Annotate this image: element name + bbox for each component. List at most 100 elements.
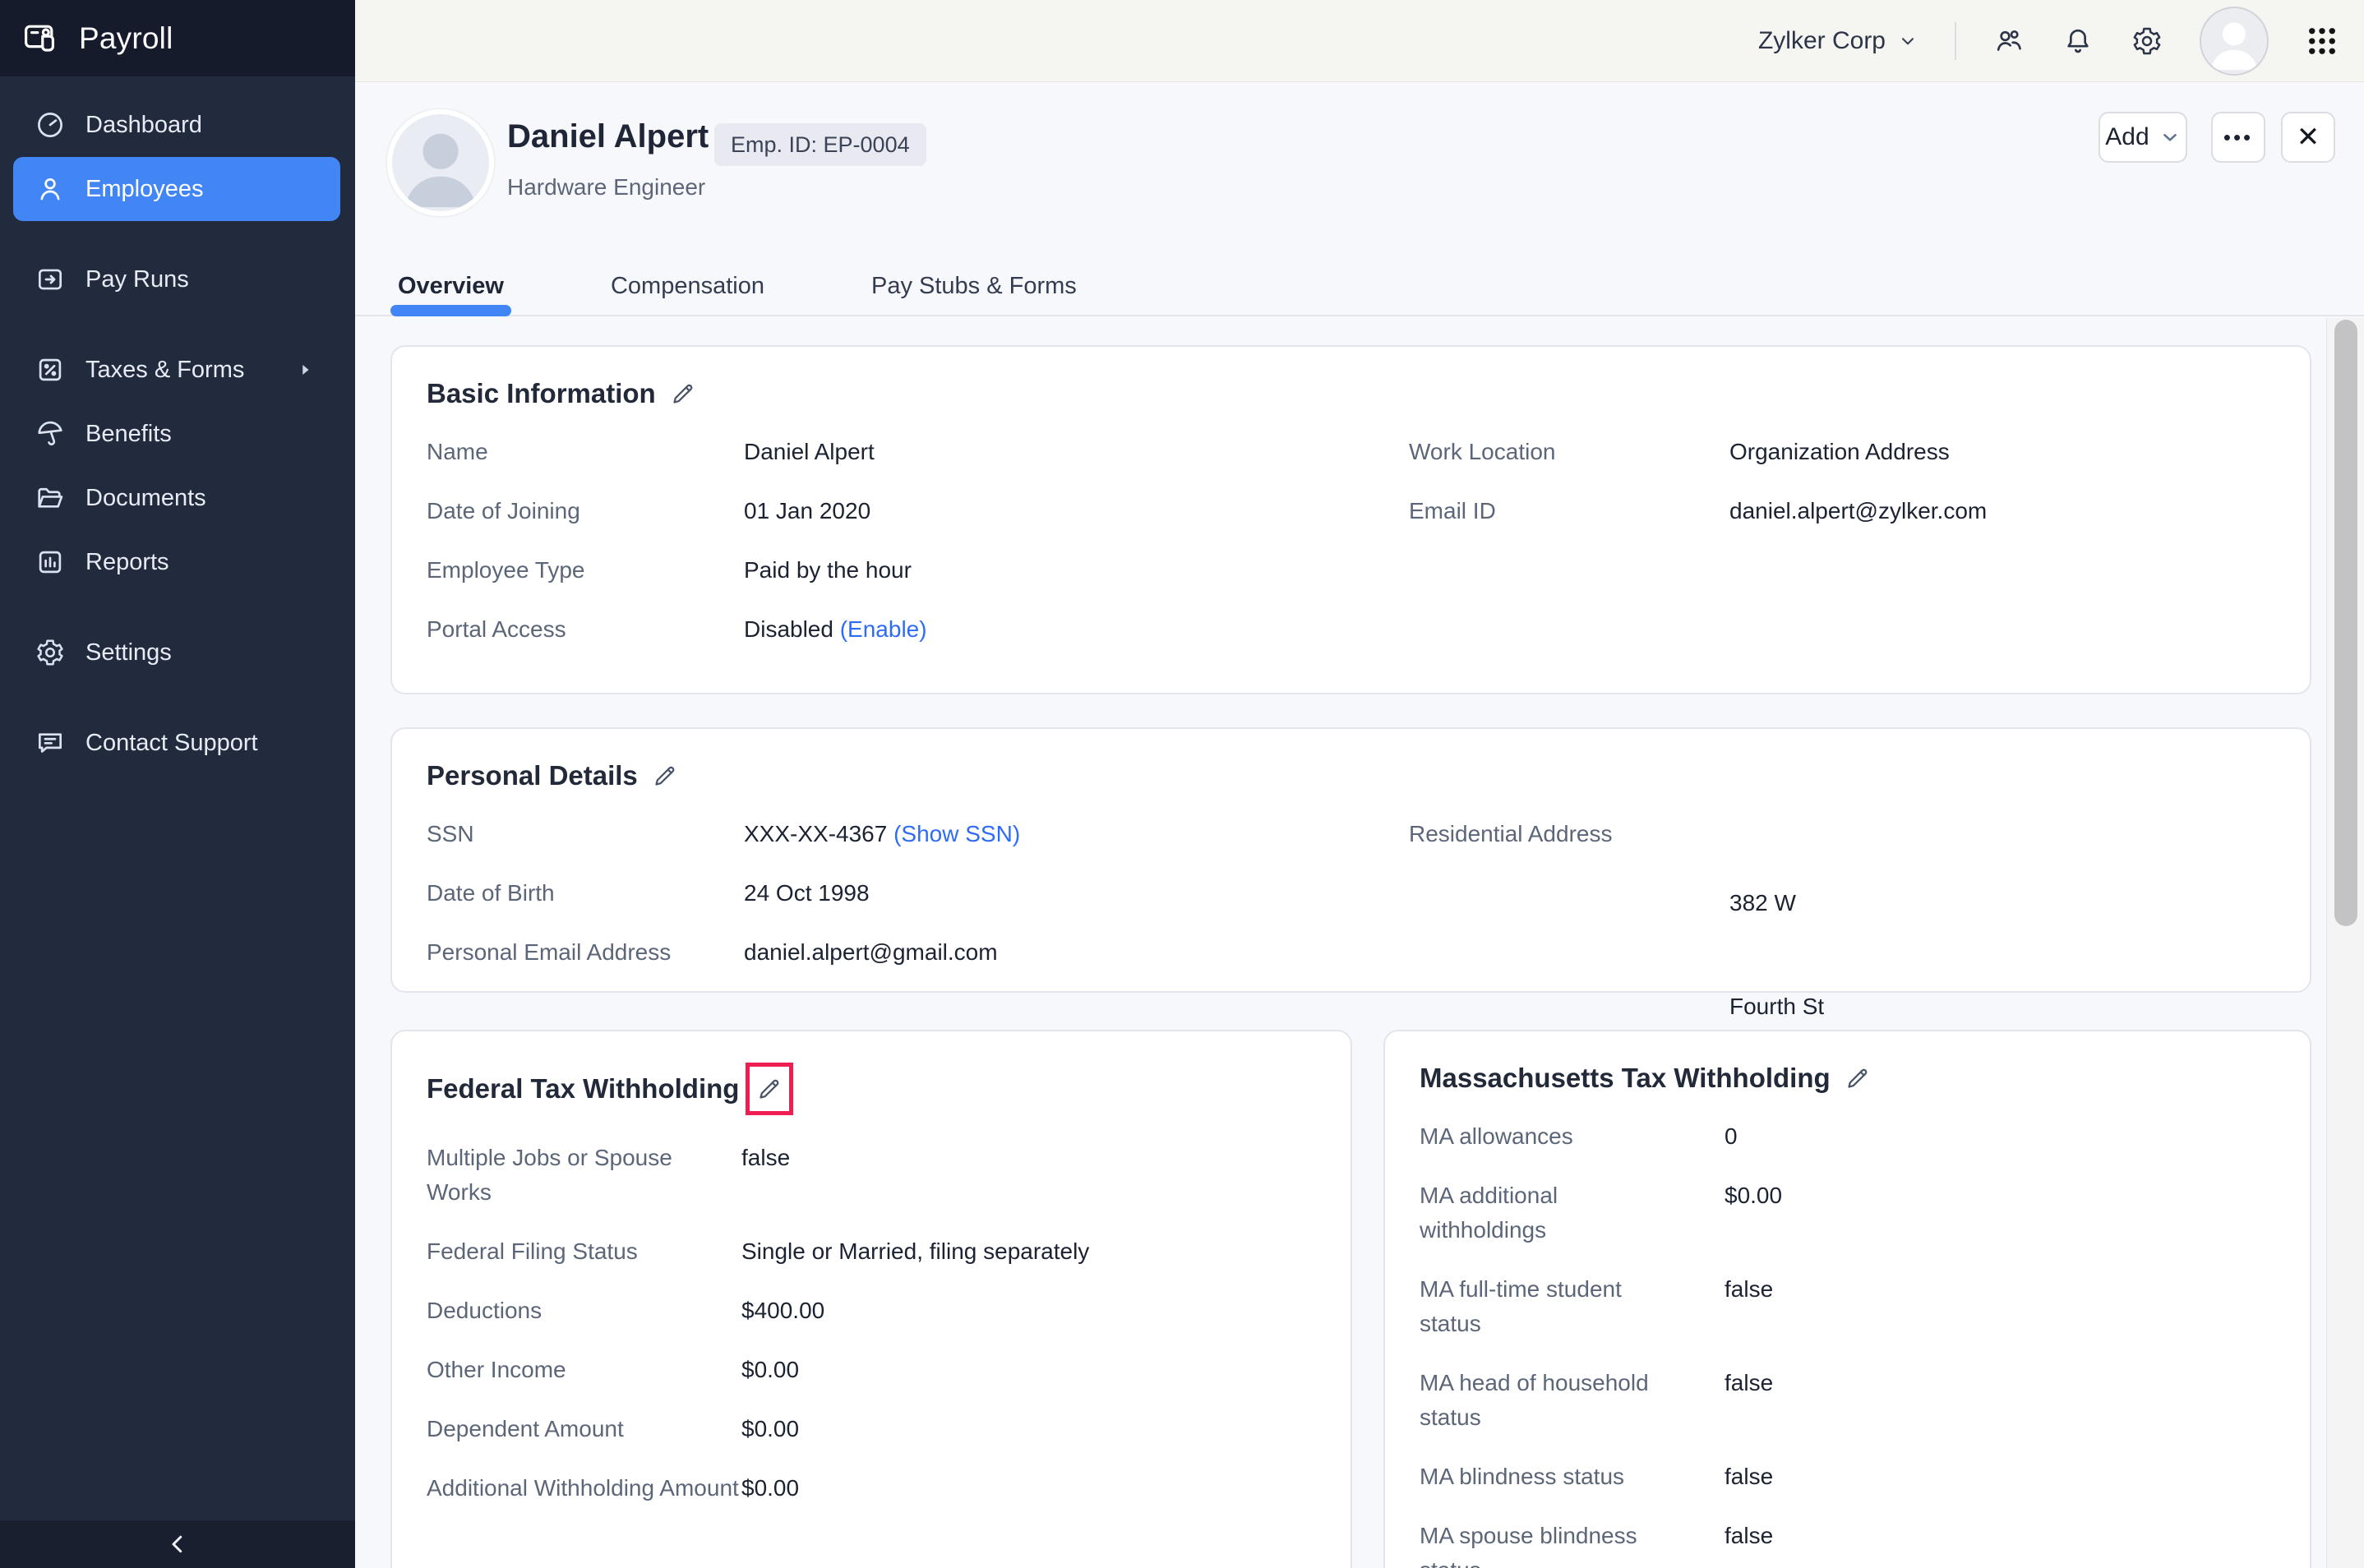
field-label: Federal Filing Status: [427, 1234, 741, 1269]
chevron-left-icon: [165, 1532, 190, 1556]
pay-runs-icon: [35, 264, 66, 295]
field-label: Date of Birth: [427, 876, 744, 911]
field-value: false: [1725, 1460, 1773, 1494]
field-label: MA blindness status: [1420, 1460, 1666, 1494]
sidebar-collapse-button[interactable]: [0, 1520, 355, 1568]
field-row: MA allowances 0: [1420, 1119, 2275, 1154]
org-switcher[interactable]: Zylker Corp: [1758, 27, 1918, 55]
employees-icon: [35, 173, 66, 205]
sidebar-item-label: Employees: [85, 176, 203, 203]
edit-ma-tax-button[interactable]: [1844, 1064, 1872, 1092]
employee-id-badge: Emp. ID: EP-0004: [714, 123, 926, 166]
enable-portal-link[interactable]: (Enable): [840, 616, 927, 642]
contact-support-icon: [35, 727, 66, 759]
massachusetts-tax-withholding-card: Massachusetts Tax Withholding MA allowan…: [1383, 1030, 2311, 1568]
show-ssn-link[interactable]: (Show SSN): [893, 821, 1020, 846]
field-label: Work Location: [1409, 435, 1729, 469]
chevron-down-icon: [1897, 30, 1918, 52]
scrollbar-thumb[interactable]: [2334, 320, 2357, 926]
field-label: Multiple Jobs or Spouse Works: [427, 1141, 741, 1210]
sidebar-item-label: Contact Support: [85, 730, 258, 757]
field-value: false: [1725, 1366, 1773, 1435]
sidebar-item-contact-support[interactable]: Contact Support: [13, 711, 340, 775]
field-label: MA full-time student status: [1420, 1272, 1666, 1341]
active-tab-indicator: [390, 305, 511, 316]
users-icon[interactable]: [1992, 25, 2025, 58]
sidebar-item-label: Reports: [85, 549, 169, 576]
sidebar-item-pay-runs[interactable]: Pay Runs: [13, 247, 340, 311]
field-row: Employee Type Paid by the hour: [427, 553, 1409, 588]
field-label: MA head of household status: [1420, 1366, 1666, 1435]
card-title: Federal Tax Withholding: [427, 1073, 739, 1105]
user-avatar[interactable]: [2200, 7, 2269, 76]
sidebar-item-employees[interactable]: Employees: [13, 157, 340, 221]
field-value: false: [1725, 1519, 1773, 1568]
field-value: Daniel Alpert: [744, 435, 875, 469]
field-label: Dependent Amount: [427, 1412, 741, 1446]
field-value: 24 Oct 1998: [744, 876, 870, 911]
field-row: Personal Email Address daniel.alpert@gma…: [427, 935, 1409, 970]
sidebar-item-label: Pay Runs: [85, 266, 189, 293]
settings-gear-icon: [35, 637, 66, 668]
taxes-forms-icon: [35, 354, 66, 385]
field-value: 01 Jan 2020: [744, 494, 870, 528]
payroll-logo-icon: [21, 19, 61, 58]
pencil-icon: [1844, 1064, 1872, 1092]
topbar: Zylker Corp: [355, 0, 2364, 82]
tab-overview[interactable]: Overview: [398, 273, 504, 300]
close-icon: ✕: [2297, 121, 2320, 154]
documents-icon: [35, 482, 66, 514]
sidebar-item-benefits[interactable]: Benefits: [13, 402, 340, 466]
tab-pay-stubs-forms[interactable]: Pay Stubs & Forms: [871, 273, 1077, 300]
notifications-bell-icon[interactable]: [2062, 25, 2094, 58]
field-row: MA blindness status false: [1420, 1460, 2275, 1494]
apps-grid-icon[interactable]: [2305, 24, 2339, 58]
close-button[interactable]: ✕: [2281, 112, 2335, 163]
employee-header: Daniel Alpert Emp. ID: EP-0004 Hardware …: [355, 82, 2364, 316]
field-label: MA allowances: [1420, 1119, 1666, 1154]
field-row: MA additional withholdings $0.00: [1420, 1178, 2275, 1247]
field-row: Additional Withholding Amount $0.00: [427, 1471, 1316, 1506]
more-actions-button[interactable]: •••: [2211, 112, 2265, 163]
sidebar-item-label: Settings: [85, 639, 172, 666]
add-button[interactable]: Add: [2099, 112, 2187, 163]
field-value: Paid by the hour: [744, 553, 912, 588]
field-row: Date of Birth 24 Oct 1998: [427, 876, 1409, 911]
field-row: Other Income $0.00: [427, 1353, 1316, 1387]
edit-federal-tax-button[interactable]: [746, 1063, 793, 1115]
app-logo: Payroll: [0, 0, 355, 76]
tab-bar: Overview Compensation Pay Stubs & Forms: [398, 273, 1077, 300]
org-name: Zylker Corp: [1758, 27, 1886, 55]
field-row: MA head of household status false: [1420, 1366, 2275, 1435]
sidebar-item-label: Dashboard: [85, 112, 202, 139]
scrollbar-track[interactable]: [2326, 318, 2364, 1568]
chevron-right-icon: [296, 361, 314, 379]
field-label: Date of Joining: [427, 494, 744, 528]
field-label: MA spouse blindness status: [1420, 1519, 1666, 1568]
card-title: Basic Information: [427, 378, 656, 409]
sidebar-item-taxes-forms[interactable]: Taxes & Forms: [13, 338, 340, 402]
edit-basic-information-button[interactable]: [669, 380, 697, 408]
settings-gear-icon[interactable]: [2131, 25, 2163, 58]
edit-personal-details-button[interactable]: [651, 762, 679, 790]
card-title: Massachusetts Tax Withholding: [1420, 1063, 1831, 1094]
field-value: $0.00: [1725, 1178, 1782, 1247]
field-label: Additional Withholding Amount: [427, 1471, 741, 1506]
employee-name: Daniel Alpert: [507, 118, 709, 155]
sidebar-item-documents[interactable]: Documents: [13, 466, 340, 530]
employee-avatar: [392, 114, 489, 211]
sidebar-item-dashboard[interactable]: Dashboard: [13, 93, 340, 157]
sidebar-item-reports[interactable]: Reports: [13, 530, 340, 594]
tab-compensation[interactable]: Compensation: [611, 273, 764, 300]
field-label: Other Income: [427, 1353, 741, 1387]
field-row: Dependent Amount $0.00: [427, 1412, 1316, 1446]
pencil-icon: [669, 380, 697, 408]
field-row: MA spouse blindness status false: [1420, 1519, 2275, 1568]
field-value: false: [741, 1141, 790, 1210]
chevron-down-icon: [2159, 127, 2181, 148]
field-value: Disabled (Enable): [744, 612, 927, 647]
sidebar-item-settings[interactable]: Settings: [13, 620, 340, 685]
field-row: Work Location Organization Address: [1409, 435, 2275, 469]
field-label: Email ID: [1409, 494, 1729, 528]
field-value: XXX-XX-4367 (Show SSN): [744, 817, 1020, 851]
